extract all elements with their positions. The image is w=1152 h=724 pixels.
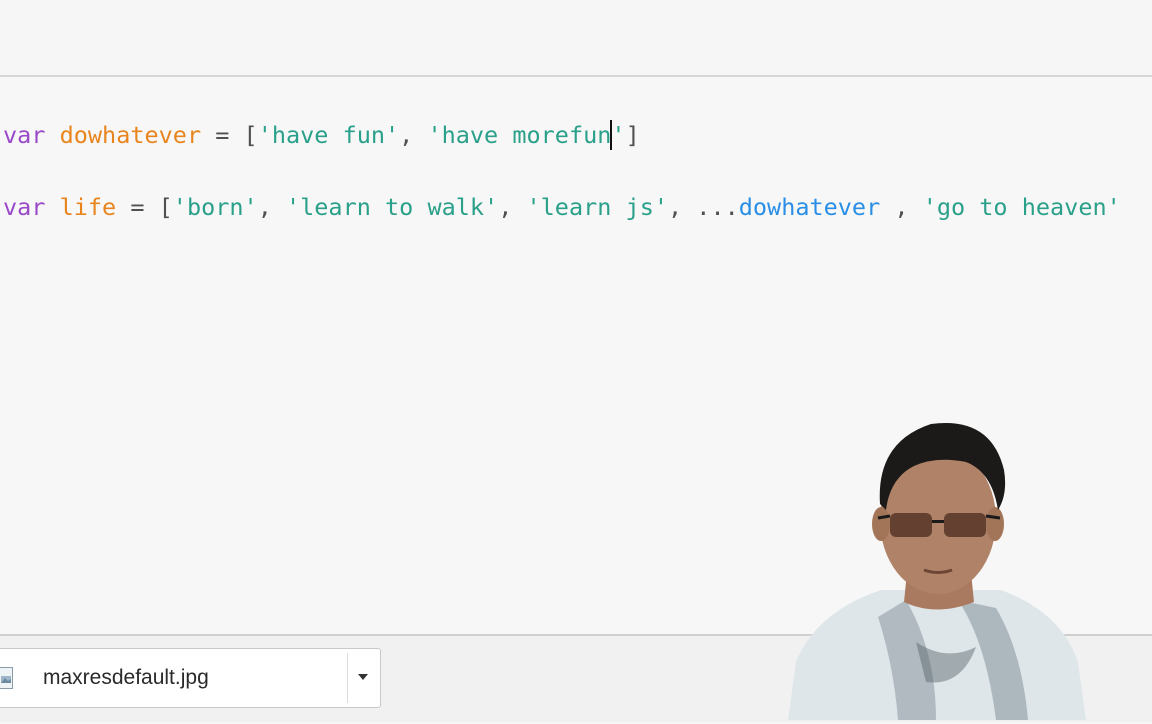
keyword-var: var xyxy=(3,193,46,221)
download-menu-button[interactable] xyxy=(348,649,380,707)
variable-name: life xyxy=(59,193,117,221)
string-literal: 'born' xyxy=(172,193,258,221)
image-file-icon xyxy=(0,667,13,689)
code-line-1[interactable]: var dowhatever = ['have fun', 'have more… xyxy=(3,120,640,150)
variable-name: dowhatever xyxy=(59,121,202,149)
punctuation: , xyxy=(257,193,286,221)
keyword-var: var xyxy=(3,121,46,149)
spread-identifier: dowhatever xyxy=(738,193,881,221)
string-literal: 'learn to walk' xyxy=(285,193,499,221)
string-literal: ' xyxy=(611,121,626,149)
string-literal: 'learn js' xyxy=(526,193,668,221)
punctuation: , ... xyxy=(668,193,739,221)
editor-top-bar xyxy=(0,0,1152,77)
punctuation: , xyxy=(399,121,428,149)
punctuation: = [ xyxy=(201,121,258,149)
punctuation: , xyxy=(498,193,527,221)
string-literal: 'have morefun xyxy=(427,121,612,149)
punctuation: ] xyxy=(625,121,640,149)
code-line-2[interactable]: var life = ['born', 'learn to walk', 'le… xyxy=(3,192,1121,222)
webcam-overlay xyxy=(786,412,1086,720)
download-item[interactable]: maxresdefault.jpg xyxy=(0,648,381,708)
download-file-name[interactable]: maxresdefault.jpg xyxy=(43,665,209,691)
string-literal: 'have fun' xyxy=(257,121,400,149)
punctuation: , xyxy=(880,193,923,221)
punctuation: = [ xyxy=(116,193,173,221)
string-literal: 'go to heaven' xyxy=(922,193,1121,221)
